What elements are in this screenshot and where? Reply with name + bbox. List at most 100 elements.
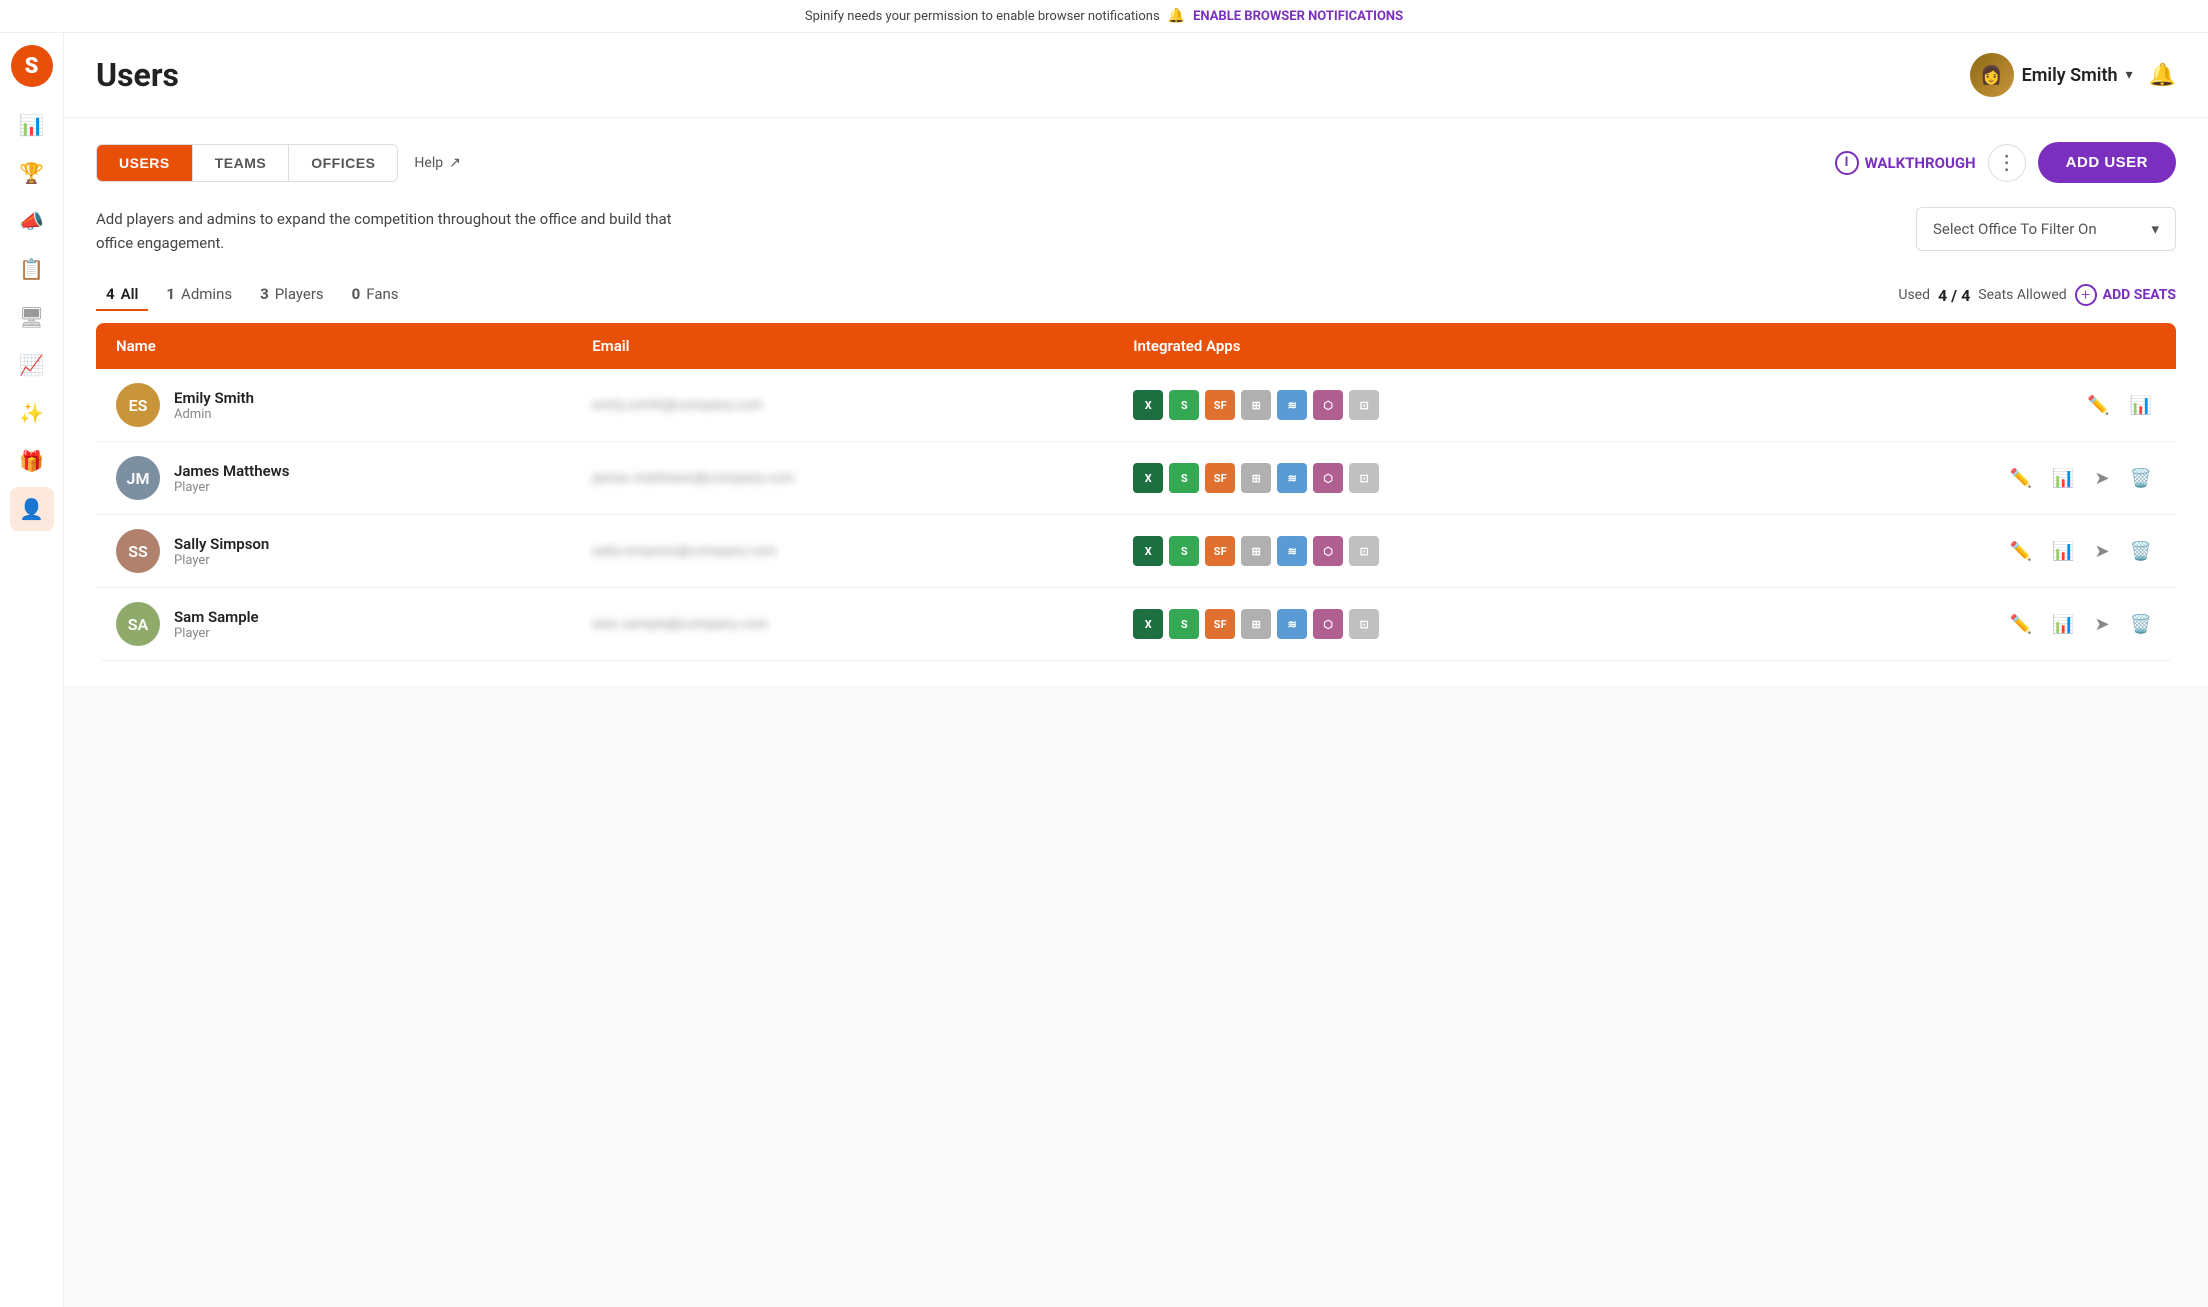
tab-offices[interactable]: OFFICES: [289, 145, 397, 181]
app-excel-icon: X: [1133, 609, 1163, 639]
app-excel-icon: X: [1133, 463, 1163, 493]
table-row: SS Sally Simpson Player sally.simpson@co…: [96, 515, 2176, 588]
user-email: sam.sample@company.com: [592, 617, 768, 632]
sidebar-item-leaderboard[interactable]: 🏆: [10, 151, 54, 195]
notification-bar: Spinify needs your permission to enable …: [0, 0, 2208, 33]
enable-notifications-link[interactable]: ENABLE BROWSER NOTIFICATIONS: [1193, 9, 1403, 24]
players-count: 3: [260, 285, 269, 303]
app-blue-icon: ≋: [1277, 463, 1307, 493]
user-actions-cell: ✏️ 📊 ➤ 🗑️: [1751, 442, 2176, 515]
sidebar-item-display[interactable]: 🖥: [10, 295, 54, 339]
stats-icon[interactable]: 📊: [2048, 537, 2078, 566]
desc-row: Add players and admins to expand the com…: [96, 207, 2176, 255]
dropdown-chevron-icon: ▾: [2151, 220, 2159, 238]
stats-icon[interactable]: 📊: [2048, 610, 2078, 639]
delete-icon[interactable]: 🗑️: [2126, 464, 2156, 493]
app-sf-icon: SF: [1205, 536, 1235, 566]
app-sheets-icon: S: [1169, 390, 1199, 420]
all-count: 4: [106, 285, 115, 303]
sidebar-item-users[interactable]: 👤: [10, 487, 54, 531]
more-options-button[interactable]: ⋮: [1988, 144, 2026, 182]
page-title: Users: [96, 56, 179, 94]
tab-teams[interactable]: TEAMS: [193, 145, 290, 181]
add-user-button[interactable]: ADD USER: [2038, 142, 2176, 183]
user-fullname: Emily Smith: [174, 389, 254, 407]
fans-label: Fans: [366, 285, 398, 303]
all-label: All: [121, 285, 139, 303]
admins-count: 1: [166, 285, 175, 303]
edit-icon[interactable]: ✏️: [2006, 464, 2036, 493]
seats-used: 4 / 4: [1938, 286, 1970, 305]
app-gray2-icon: ⊡: [1349, 536, 1379, 566]
filter-tab-fans[interactable]: 0 Fans: [342, 279, 409, 311]
user-name-cell: ES Emily Smith Admin: [96, 369, 572, 442]
app-gray2-icon: ⊡: [1349, 463, 1379, 493]
app-gray2-icon: ⊡: [1349, 390, 1379, 420]
walkthrough-button[interactable]: i WALKTHROUGH: [1835, 151, 1976, 175]
filter-tab-all[interactable]: 4 All: [96, 279, 148, 311]
filter-tab-admins[interactable]: 1 Admins: [156, 279, 242, 311]
app-sheets-icon: S: [1169, 609, 1199, 639]
user-role: Player: [174, 480, 289, 495]
col-name: Name: [96, 323, 572, 369]
stats-icon[interactable]: 📊: [2126, 391, 2156, 420]
notif-message: Spinify needs your permission to enable …: [805, 9, 1160, 24]
app-sheets-icon: S: [1169, 536, 1199, 566]
sidebar-item-dashboard[interactable]: 📊: [10, 103, 54, 147]
user-fullname: Sam Sample: [174, 608, 259, 626]
app-blue-icon: ≋: [1277, 609, 1307, 639]
user-role: Player: [174, 626, 259, 641]
office-filter-dropdown[interactable]: Select Office To Filter On ▾: [1916, 207, 2176, 251]
app-logo[interactable]: S: [11, 45, 53, 87]
add-seats-label: ADD SEATS: [2103, 287, 2176, 303]
sidebar-item-announcements[interactable]: 📣: [10, 199, 54, 243]
delete-icon[interactable]: 🗑️: [2126, 537, 2156, 566]
user-menu[interactable]: 👩 Emily Smith ▾: [1970, 53, 2133, 97]
help-label: Help: [414, 155, 443, 171]
delete-icon[interactable]: 🗑️: [2126, 610, 2156, 639]
tab-users[interactable]: USERS: [97, 145, 193, 181]
avatar: ES: [116, 383, 160, 427]
app-gray-icon: ⊞: [1241, 390, 1271, 420]
seats-info: Used 4 / 4 Seats Allowed + ADD SEATS: [1898, 284, 2176, 306]
table-row: SA Sam Sample Player sam.sample@company.…: [96, 588, 2176, 661]
app-excel-icon: X: [1133, 536, 1163, 566]
app-gray-icon: ⊞: [1241, 536, 1271, 566]
users-table: Name Email Integrated Apps ES Emily Smit…: [96, 323, 2176, 661]
user-name: Emily Smith: [2022, 65, 2118, 86]
stats-icon[interactable]: 📊: [2048, 464, 2078, 493]
send-icon[interactable]: ➤: [2090, 464, 2113, 493]
user-name-cell: SA Sam Sample Player: [96, 588, 572, 661]
avatar: JM: [116, 456, 160, 500]
sidebar-item-rewards[interactable]: 🎁: [10, 439, 54, 483]
app-purple-icon: ⬡: [1313, 463, 1343, 493]
edit-icon[interactable]: ✏️: [2006, 537, 2036, 566]
user-apps-cell: X S SF ⊞ ≋ ⬡ ⊡: [1113, 588, 1751, 661]
user-email: james.matthews@company.com: [592, 471, 794, 486]
app-gray-icon: ⊞: [1241, 609, 1271, 639]
main-content: Users 👩 Emily Smith ▾ 🔔 USERS TEAMS OFFI…: [64, 33, 2208, 1307]
send-icon[interactable]: ➤: [2090, 537, 2113, 566]
app-sheets-icon: S: [1169, 463, 1199, 493]
sidebar-item-overview[interactable]: ✨: [10, 391, 54, 435]
help-link[interactable]: Help ↗: [414, 155, 460, 171]
notification-bell-icon[interactable]: 🔔: [2149, 63, 2176, 88]
tabs-row: USERS TEAMS OFFICES Help ↗ i WALKTHROUGH…: [96, 142, 2176, 183]
players-label: Players: [275, 285, 324, 303]
add-seats-button[interactable]: + ADD SEATS: [2075, 284, 2176, 306]
office-filter-placeholder: Select Office To Filter On: [1933, 220, 2097, 238]
edit-icon[interactable]: ✏️: [2083, 391, 2113, 420]
app-sf-icon: SF: [1205, 609, 1235, 639]
sidebar-item-analytics[interactable]: 📈: [10, 343, 54, 387]
user-apps-cell: X S SF ⊞ ≋ ⬡ ⊡: [1113, 369, 1751, 442]
user-email-cell: sam.sample@company.com: [572, 588, 1113, 661]
send-icon[interactable]: ➤: [2090, 610, 2113, 639]
edit-icon[interactable]: ✏️: [2006, 610, 2036, 639]
user-email-cell: sally.simpson@company.com: [572, 515, 1113, 588]
app-excel-icon: X: [1133, 390, 1163, 420]
filter-tab-players[interactable]: 3 Players: [250, 279, 334, 311]
sidebar-item-reports[interactable]: 📋: [10, 247, 54, 291]
tab-group: USERS TEAMS OFFICES: [96, 144, 398, 182]
description-text: Add players and admins to expand the com…: [96, 207, 696, 255]
col-actions: [1751, 323, 2176, 369]
